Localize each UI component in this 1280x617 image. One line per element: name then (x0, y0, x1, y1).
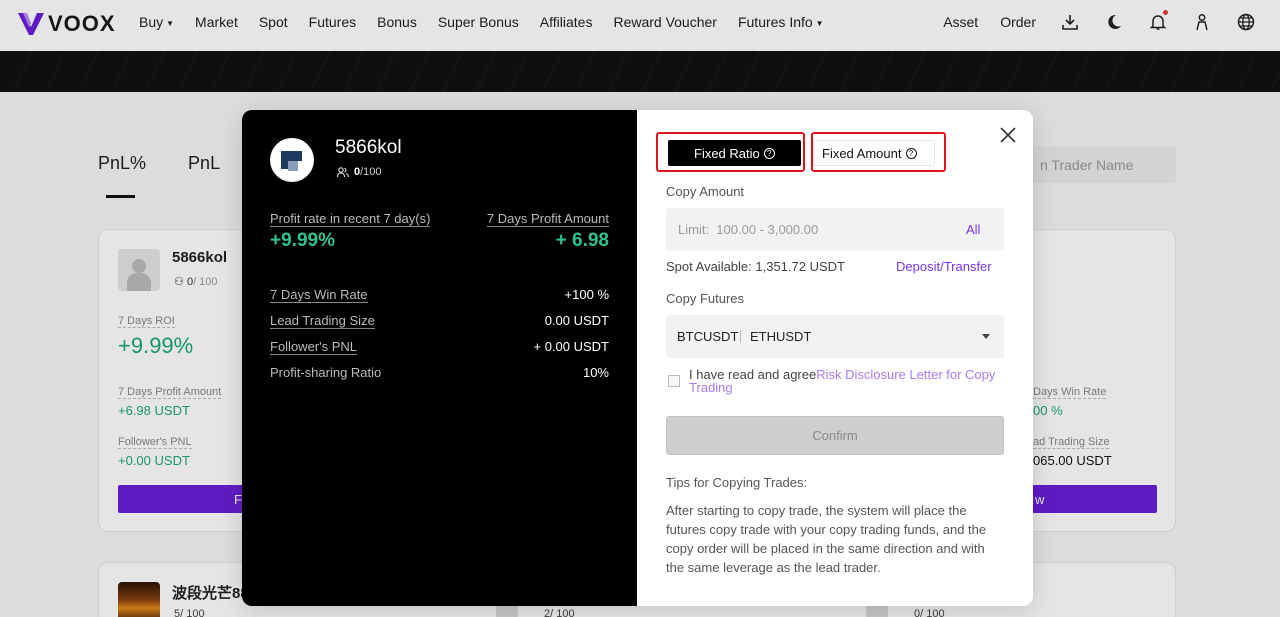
fixed-amount-tab[interactable]: Fixed Amount? (813, 140, 935, 166)
copy-futures-label: Copy Futures (666, 291, 745, 306)
trader-summary-panel: 5866kol 0/100 Profit rate in recent 7 da… (242, 110, 637, 606)
futures-chip: ETHUSDT (750, 329, 812, 344)
spot-available: Spot Available: 1,351.72 USDT (666, 259, 845, 274)
help-icon[interactable]: ? (763, 147, 775, 159)
divider (740, 330, 741, 343)
win-rate-value: +100 % (564, 287, 609, 302)
futures-chip: BTCUSDT (677, 329, 739, 344)
copy-form-panel: Fixed Ratio? Fixed Amount? Copy Amount A… (637, 110, 1033, 606)
followers-icon (337, 166, 349, 177)
follower-count: 0/100 (337, 166, 382, 178)
agree-text: I have read and agreeRisk Disclosure Let… (689, 367, 996, 395)
tips-title: Tips for Copying Trades: (666, 475, 808, 490)
confirm-button[interactable]: Confirm (666, 416, 1004, 455)
copy-amount-input[interactable] (666, 208, 1004, 251)
follower-pnl-value: + 0.00 USDT (533, 339, 609, 354)
futures-select[interactable]: BTCUSDT ETHUSDT (666, 315, 1004, 358)
lead-size-label: Lead Trading Size (270, 313, 375, 329)
copy-trade-modal: 5866kol 0/100 Profit rate in recent 7 da… (242, 110, 1033, 606)
copy-amount-label: Copy Amount (666, 184, 745, 199)
caret-down-icon (982, 334, 990, 339)
all-button[interactable]: All (966, 222, 980, 237)
trader-avatar (270, 138, 314, 182)
win-rate-label: 7 Days Win Rate (270, 287, 368, 303)
tips-body: After starting to copy trade, the system… (666, 503, 987, 575)
profit-amount-value: + 6.98 (555, 230, 609, 251)
deposit-transfer-link[interactable]: Deposit/Transfer (896, 259, 992, 274)
profit-rate-value: +9.99% (270, 230, 335, 251)
lead-size-value: 0.00 USDT (544, 313, 609, 328)
trader-name: 5866kol (335, 137, 402, 158)
follower-pnl-label: Follower's PNL (270, 339, 358, 355)
fixed-ratio-tab[interactable]: Fixed Ratio? (668, 140, 801, 166)
profit-sharing-label: Profit-sharing Ratio (270, 365, 382, 380)
profit-sharing-value: 10% (582, 365, 609, 380)
profit-rate-label: Profit rate in recent 7 day(s) (270, 211, 431, 227)
help-icon[interactable]: ? (905, 147, 917, 159)
agree-checkbox[interactable] (668, 375, 680, 387)
profit-amount-label: 7 Days Profit Amount (486, 211, 609, 227)
close-icon[interactable] (999, 126, 1017, 144)
